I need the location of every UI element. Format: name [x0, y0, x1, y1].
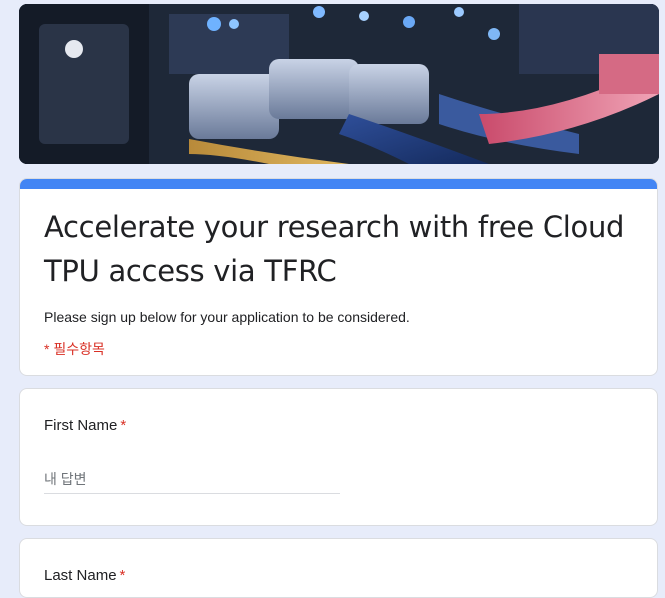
- header-banner-image: [19, 4, 659, 164]
- required-asterisk: *: [119, 567, 126, 584]
- form-title: Accelerate your research with free Cloud…: [44, 210, 625, 288]
- required-asterisk: *: [120, 417, 127, 434]
- form-header-card: Accelerate your research with free Cloud…: [19, 178, 658, 376]
- question-label: Last Name *: [44, 567, 125, 584]
- form-description: Please sign up below for your applicatio…: [44, 309, 410, 325]
- question-card-first-name: First Name *: [19, 388, 658, 526]
- question-title: Last Name: [44, 567, 117, 584]
- required-note: * 필수항목: [44, 341, 105, 357]
- question-title: First Name: [44, 417, 118, 434]
- question-label: First Name *: [44, 417, 126, 434]
- first-name-input[interactable]: [44, 465, 340, 494]
- accent-bar: [20, 179, 657, 189]
- question-card-last-name: Last Name *: [19, 538, 658, 598]
